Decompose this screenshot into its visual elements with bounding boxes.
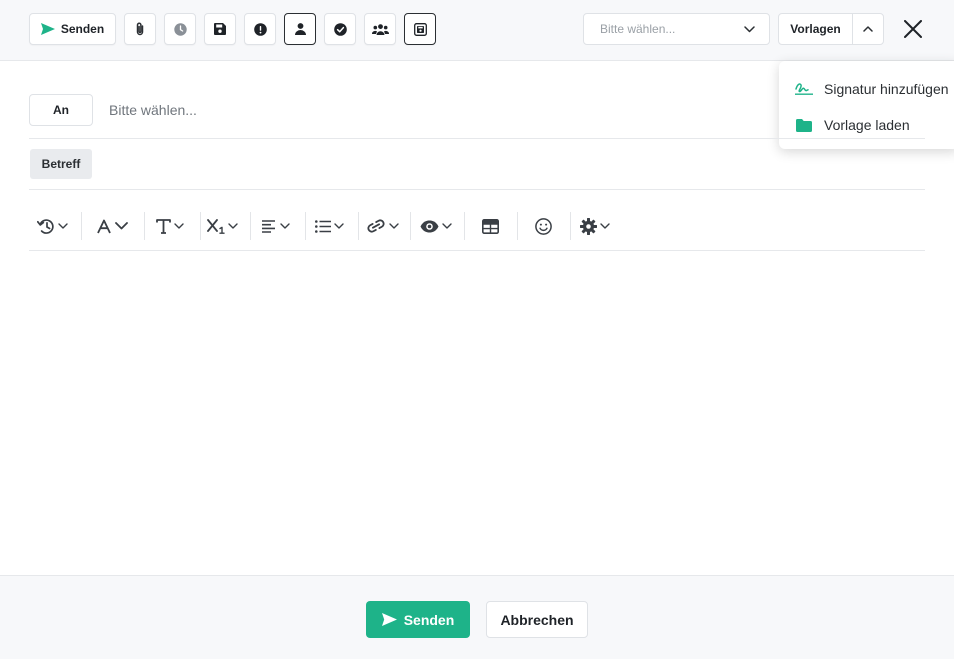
contact-button[interactable] (284, 13, 316, 45)
send-button-top[interactable]: Senden (29, 13, 116, 45)
close-button[interactable] (898, 14, 928, 44)
read-receipt-button[interactable] (324, 13, 356, 45)
list-tool[interactable] (315, 207, 344, 245)
dropdown-item-add-signature[interactable]: Signatur hinzufügen (779, 71, 954, 107)
send-button-top-label: Senden (60, 22, 105, 36)
chevron-down-icon (228, 223, 238, 229)
users-icon (371, 23, 389, 35)
dropdown-item-label: Vorlage laden (824, 117, 910, 133)
save-draft-button[interactable] (204, 13, 236, 45)
subject-label[interactable]: Betreff (30, 149, 92, 179)
toolbar-separator (250, 212, 251, 240)
save-copy-icon (413, 22, 427, 36)
chevron-down-icon (442, 223, 452, 229)
exclamation-icon (253, 22, 267, 36)
check-circle-icon (333, 22, 347, 36)
group-button[interactable] (364, 13, 396, 45)
save-icon (214, 23, 226, 35)
chevron-down-icon (600, 223, 610, 229)
toolbar-separator (305, 212, 306, 240)
paperclip-icon (136, 22, 144, 36)
schedule-button[interactable] (164, 13, 196, 45)
chevron-down-icon (744, 25, 755, 32)
subscript-tool[interactable] (207, 207, 238, 245)
send-icon (40, 23, 55, 35)
recipients-button[interactable]: An (29, 94, 93, 126)
clock-icon (173, 22, 187, 36)
chevron-up-icon (863, 26, 873, 32)
chevron-down-icon (115, 222, 128, 230)
toolbar-separator (570, 212, 571, 240)
message-editor[interactable] (29, 251, 925, 571)
chevron-down-icon (389, 223, 399, 229)
templates-toggle[interactable] (853, 14, 883, 44)
toolbar-separator (81, 212, 82, 240)
table-icon (482, 218, 499, 234)
toolbar-separator (517, 212, 518, 240)
send-button[interactable]: Senden (366, 601, 470, 638)
toolbar-separator (200, 212, 201, 240)
top-toolbar: Senden Bitte wählen... Vorlagen (0, 0, 954, 61)
table-tool[interactable] (482, 207, 499, 245)
font-color-tool[interactable] (96, 207, 128, 245)
close-icon (904, 20, 922, 38)
align-left-icon (262, 219, 275, 233)
priority-button[interactable] (244, 13, 276, 45)
folder-icon (796, 118, 812, 132)
list-icon (315, 219, 331, 233)
toolbar-separator (358, 212, 359, 240)
preview-tool[interactable] (420, 207, 452, 245)
subscript-icon (207, 219, 225, 234)
account-select[interactable]: Bitte wählen... (583, 13, 770, 45)
text-style-icon (156, 218, 171, 234)
settings-tool[interactable] (580, 207, 610, 245)
send-icon (381, 613, 397, 626)
dropdown-item-label: Signatur hinzufügen (824, 81, 949, 97)
chevron-down-icon (280, 223, 290, 229)
account-select-placeholder: Bitte wählen... (600, 22, 676, 36)
recipients-input[interactable]: Bitte wählen... (109, 94, 197, 126)
emoji-tool[interactable] (535, 207, 552, 245)
signature-icon (795, 83, 813, 95)
chevron-down-icon (58, 223, 68, 229)
settings-icon (580, 217, 597, 235)
toolbar-separator (410, 212, 411, 240)
templates-label: Vorlagen (779, 14, 853, 44)
send-button-label: Senden (403, 611, 455, 628)
link-icon (367, 219, 385, 233)
history-icon (37, 218, 54, 234)
cancel-button[interactable]: Abbrechen (486, 601, 588, 638)
save-copy-button[interactable] (404, 13, 436, 45)
toolbar-separator (464, 212, 465, 240)
footer: Senden Abbrechen (0, 575, 954, 659)
align-tool[interactable] (262, 207, 290, 245)
attach-button[interactable] (124, 13, 156, 45)
chevron-down-icon (334, 223, 344, 229)
divider (29, 189, 925, 190)
divider (29, 138, 925, 139)
chevron-down-icon (174, 223, 184, 229)
link-tool[interactable] (366, 207, 399, 245)
templates-dropdown: Signatur hinzufügen Vorlage laden (779, 61, 954, 149)
emoji-icon (535, 217, 552, 235)
templates-button[interactable]: Vorlagen (778, 13, 884, 45)
text-style-tool[interactable] (156, 207, 184, 245)
toolbar-separator (144, 212, 145, 240)
font-color-icon (97, 219, 111, 233)
history-tool[interactable] (37, 207, 68, 245)
preview-icon (420, 220, 439, 232)
user-icon (294, 23, 306, 35)
